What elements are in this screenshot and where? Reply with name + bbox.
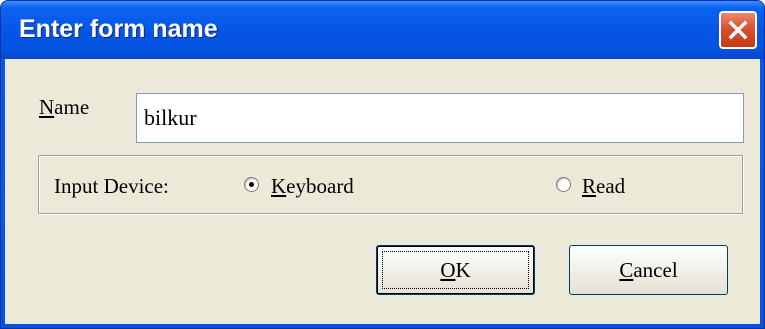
keyboard-radio-label[interactable]: Keyboard bbox=[271, 174, 354, 199]
dialog-body: Name bilkur Input Device: Keyboard Read … bbox=[5, 59, 760, 324]
dialog-title: Enter form name bbox=[19, 15, 218, 43]
cancel-button[interactable]: Cancel bbox=[569, 245, 728, 295]
close-button[interactable] bbox=[719, 11, 757, 49]
title-bar[interactable]: Enter form name bbox=[1, 1, 764, 59]
dialog-window: Enter form name Name bilkur Input Device… bbox=[0, 0, 765, 329]
name-label: Name bbox=[39, 95, 90, 119]
input-device-label: Input Device: bbox=[54, 174, 169, 198]
focus-rectangle bbox=[382, 251, 529, 289]
cancel-button-label: Cancel bbox=[619, 257, 678, 282]
keyboard-radio[interactable] bbox=[244, 177, 259, 192]
close-icon bbox=[728, 20, 748, 40]
ok-button[interactable]: OK bbox=[376, 245, 535, 295]
name-input[interactable]: bilkur bbox=[136, 93, 744, 143]
read-radio-label[interactable]: Read bbox=[582, 174, 625, 199]
read-radio[interactable] bbox=[556, 177, 571, 192]
